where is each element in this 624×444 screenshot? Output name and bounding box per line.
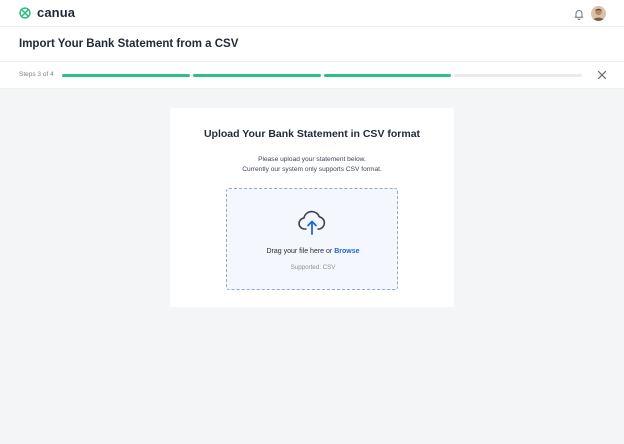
cloud-upload-icon [298, 210, 326, 235]
avatar-image [591, 6, 606, 21]
upload-card: Upload Your Bank Statement in CSV format… [170, 108, 454, 307]
canua-logo-icon [19, 6, 31, 19]
brand-name: canua [37, 5, 76, 20]
title-bar: Import Your Bank Statement from a CSV [0, 27, 624, 62]
upload-description-line-2: Currently our system only supports CSV f… [242, 166, 382, 173]
step-4-segment [454, 74, 582, 77]
top-navbar: canua [0, 0, 624, 27]
step-3-segment [323, 74, 452, 77]
steps-bar: Steps 3 of 4 [0, 62, 624, 89]
upload-title: Upload Your Bank Statement in CSV format [203, 128, 421, 140]
step-2-segment [192, 74, 321, 77]
supported-formats: Supported: CSV [290, 264, 336, 271]
page-title: Import Your Bank Statement from a CSV [19, 38, 239, 50]
user-avatar[interactable] [591, 6, 606, 21]
drop-text: Drag your file here or [266, 248, 333, 255]
browse-link[interactable]: Browse [334, 248, 359, 255]
bell-icon[interactable] [573, 8, 585, 20]
drop-instructions: Drag your file here or Browse [227, 248, 399, 255]
close-icon[interactable] [597, 70, 607, 80]
steps-label: Steps 3 of 4 [19, 71, 54, 78]
steps-progress [62, 74, 582, 77]
brand-logo[interactable]: canua [18, 5, 75, 20]
file-dropzone[interactable]: Drag your file here or Browse Supported:… [226, 188, 398, 290]
upload-description-line-1: Please upload your statement below. [258, 156, 366, 163]
upload-description: Please upload your statement below. Curr… [170, 155, 454, 175]
step-1-segment [62, 74, 190, 77]
